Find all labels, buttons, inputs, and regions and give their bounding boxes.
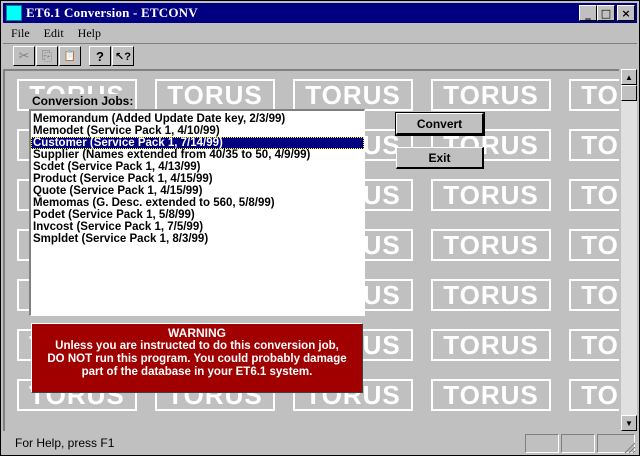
- warning-line-1: Unless you are instructed to do this con…: [55, 340, 339, 352]
- cut-icon[interactable]: ✂: [13, 46, 35, 66]
- title-bar[interactable]: ET6.1 Conversion - ETCONV _ □ ×: [3, 3, 637, 23]
- scroll-up-icon[interactable]: ▲: [621, 69, 637, 85]
- maximize-button[interactable]: □: [597, 5, 615, 21]
- list-item[interactable]: Invcost (Service Pack 1, 7/5/99): [31, 221, 364, 233]
- torus-tile: TORUS: [569, 79, 619, 111]
- warning-box: WARNING Unless you are instructed to do …: [31, 323, 363, 393]
- app-icon[interactable]: [6, 5, 22, 21]
- torus-tile: TORUS: [431, 79, 551, 111]
- torus-tile: TORUS: [431, 329, 551, 361]
- menu-help[interactable]: Help: [70, 26, 107, 41]
- torus-tile: TORUS: [431, 229, 551, 261]
- convert-button-label: Convert: [416, 116, 463, 131]
- convert-button[interactable]: Convert: [395, 112, 485, 136]
- toolbar: ✂ ⎘ 📋 ? ↖?: [3, 43, 637, 69]
- torus-tile: TORUS: [569, 379, 619, 411]
- status-pane-2: [561, 434, 595, 453]
- list-item[interactable]: Memodet (Service Pack 1, 4/10/99): [31, 125, 364, 137]
- warning-line-3: part of the database in your ET6.1 syste…: [81, 366, 313, 378]
- list-item[interactable]: Podet (Service Pack 1, 5/8/99): [31, 209, 364, 221]
- torus-tile: TORUS: [569, 229, 619, 261]
- torus-tile: TORUS: [569, 279, 619, 311]
- list-item[interactable]: Product (Service Pack 1, 4/15/99): [31, 173, 364, 185]
- list-item[interactable]: Memomas (G. Desc. extended to 560, 5/8/9…: [31, 197, 364, 209]
- help-icon[interactable]: ?: [89, 46, 111, 66]
- scroll-down-icon[interactable]: ▼: [621, 415, 637, 431]
- menu-file[interactable]: File: [3, 26, 36, 41]
- torus-tile: TORUS: [293, 79, 413, 111]
- exit-button[interactable]: Exit: [396, 147, 484, 169]
- torus-tile: TORUS: [431, 279, 551, 311]
- torus-tile: TORUS: [431, 179, 551, 211]
- warning-line-2: DO NOT run this program. You could proba…: [47, 353, 347, 365]
- vertical-scrollbar[interactable]: ▲ ▼: [621, 69, 637, 431]
- menu-help-label: Help: [77, 25, 101, 40]
- window-title: ET6.1 Conversion - ETCONV: [26, 5, 198, 20]
- copy-icon[interactable]: ⎘: [36, 46, 58, 66]
- menu-edit[interactable]: Edit: [36, 26, 70, 41]
- menu-file-label: File: [11, 25, 30, 40]
- main-window: ET6.1 Conversion - ETCONV _ □ × File Edi…: [0, 0, 640, 456]
- menu-bar: File Edit Help: [3, 24, 637, 42]
- torus-tile: TORUS: [431, 379, 551, 411]
- list-item[interactable]: Scdet (Service Pack 1, 4/13/99): [31, 161, 364, 173]
- resize-grip-icon[interactable]: [624, 442, 636, 454]
- scroll-thumb[interactable]: [621, 85, 637, 101]
- list-item[interactable]: Smpldet (Service Pack 1, 8/3/99): [31, 233, 364, 245]
- list-item[interactable]: Supplier (Names extended from 40/35 to 5…: [31, 149, 364, 161]
- status-pane-1: [525, 434, 559, 453]
- torus-tile: TORUS: [569, 129, 619, 161]
- warning-title: WARNING: [168, 326, 226, 340]
- menu-edit-label: Edit: [43, 25, 64, 40]
- context-help-icon[interactable]: ↖?: [112, 46, 134, 66]
- close-button[interactable]: ×: [617, 5, 635, 21]
- exit-button-label: Exit: [428, 150, 451, 165]
- list-item[interactable]: Customer (Service Pack 1, 7/14/99): [31, 137, 364, 149]
- list-item[interactable]: Quote (Service Pack 1, 4/15/99): [31, 185, 364, 197]
- paste-icon[interactable]: 📋: [59, 46, 81, 66]
- jobs-label: Conversion Jobs:: [31, 94, 135, 108]
- torus-tile: TORUS: [155, 79, 275, 111]
- torus-tile: TORUS: [569, 329, 619, 361]
- jobs-listbox[interactable]: Memorandum (Added Update Date key, 2/3/9…: [29, 109, 365, 316]
- list-item[interactable]: Memorandum (Added Update Date key, 2/3/9…: [31, 113, 364, 125]
- minimize-button[interactable]: _: [579, 5, 597, 21]
- status-bar: For Help, press F1: [3, 432, 637, 455]
- torus-tile: TORUS: [569, 179, 619, 211]
- status-text: For Help, press F1: [15, 436, 115, 450]
